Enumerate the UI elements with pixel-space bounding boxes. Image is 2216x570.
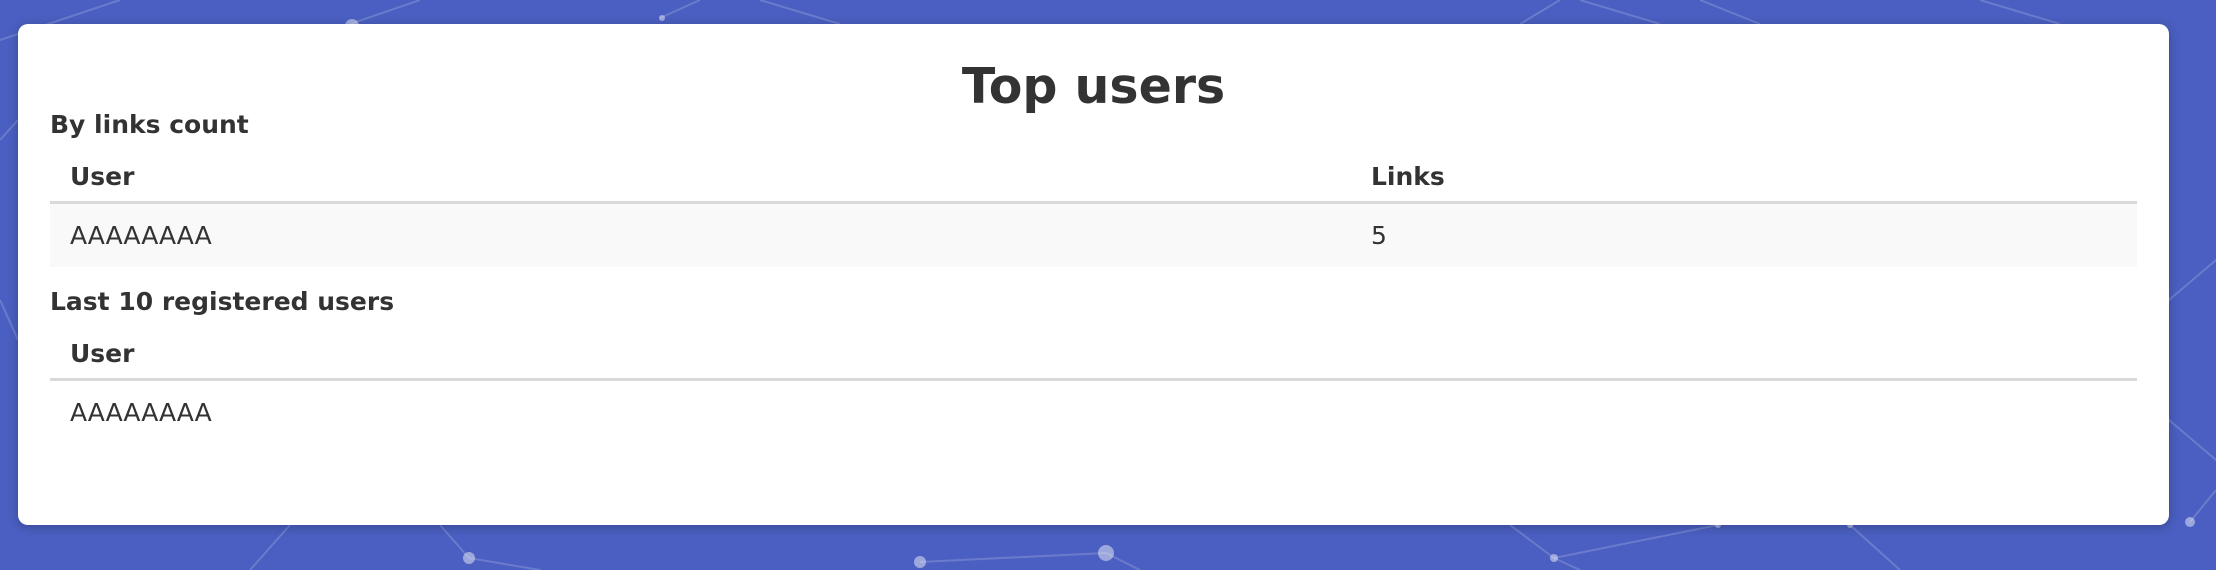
cell-user: AAAAAAAA (70, 398, 212, 428)
table-row: AAAAAAAA 5 (50, 202, 2137, 267)
column-header-user: User (50, 139, 1351, 205)
column-header-links: Links (1351, 139, 2137, 205)
table-header-row: User (50, 316, 2137, 382)
table-header-row: User Links (50, 139, 2137, 205)
cell-user: AAAAAAAA (70, 221, 212, 251)
page-title: Top users (961, 58, 1226, 115)
top-users-card: Top users By links count User Links AAAA… (18, 24, 2169, 525)
last-registered-users-table: User AAAAAAAA (50, 316, 2137, 444)
column-header-user: User (50, 316, 2137, 382)
cell-links: 5 (1371, 221, 1387, 251)
section-title-last-registered-users: Last 10 registered users (50, 286, 395, 316)
by-links-count-table: User Links AAAAAAAA 5 (50, 139, 2137, 267)
table-row: AAAAAAAA (50, 379, 2137, 444)
